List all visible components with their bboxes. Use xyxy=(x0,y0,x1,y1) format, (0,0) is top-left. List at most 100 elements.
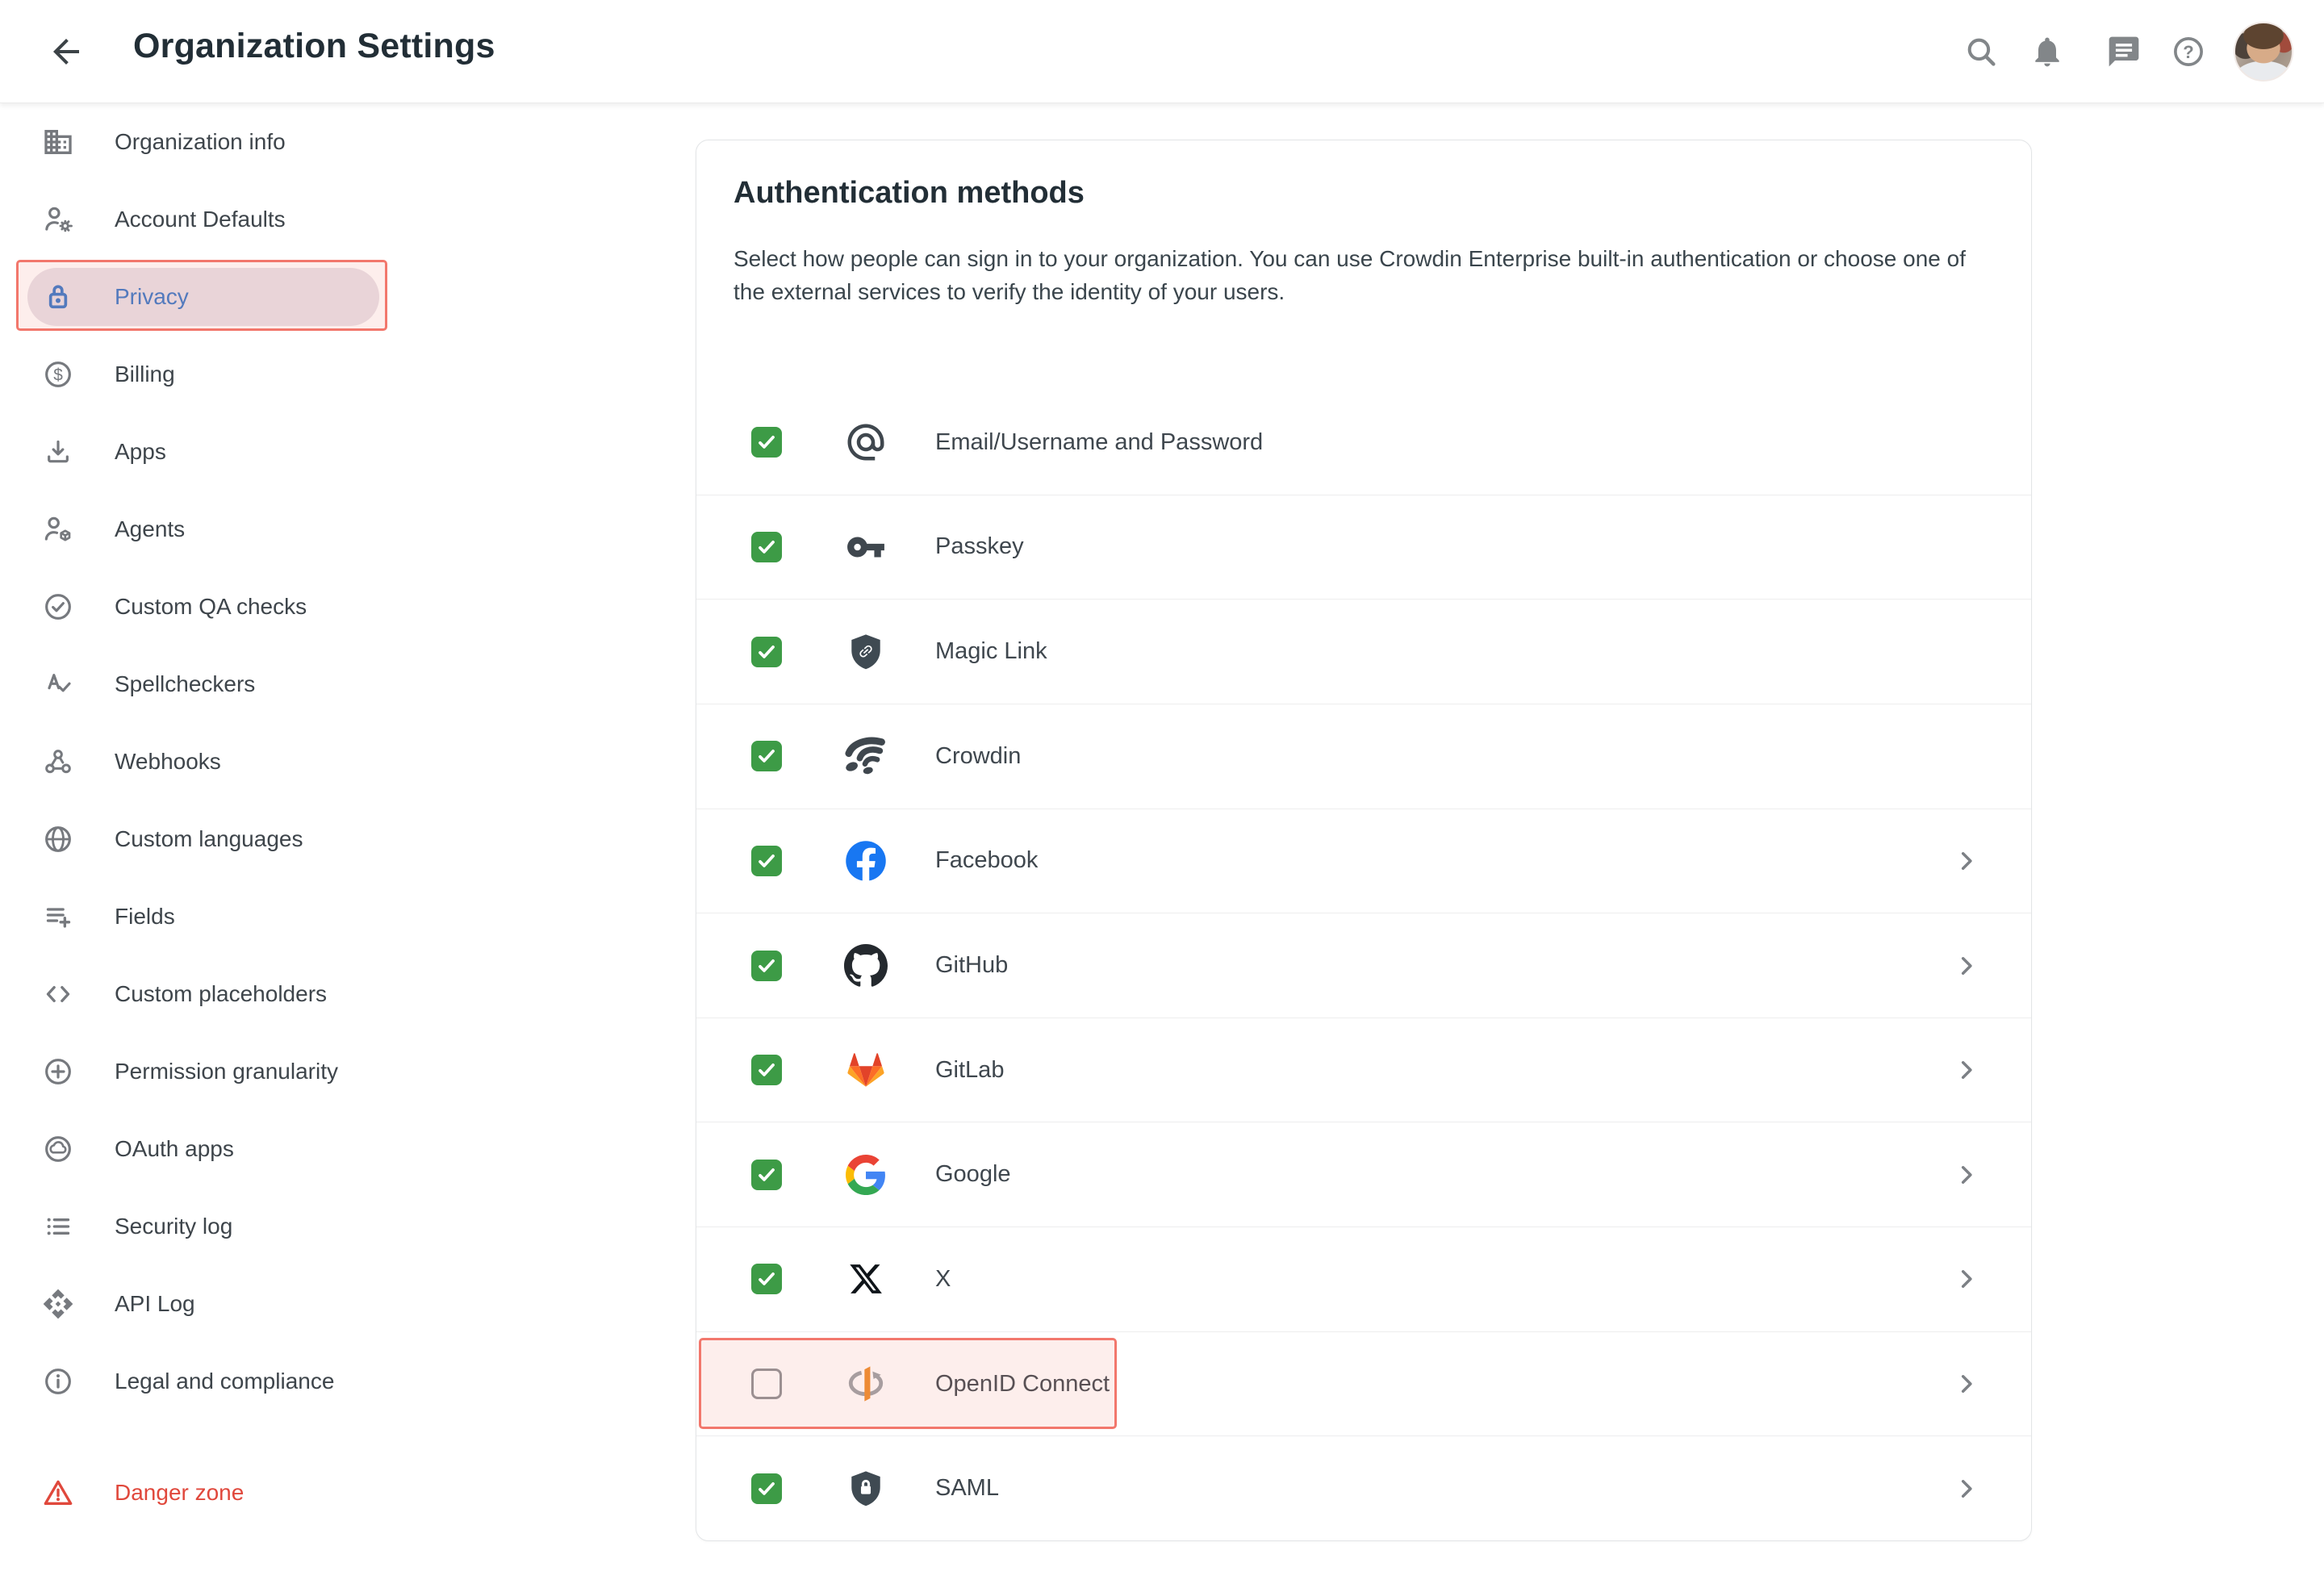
checkmark-icon xyxy=(754,744,779,768)
sidebar-item-custom-languages[interactable]: Custom languages xyxy=(0,800,662,878)
page-title: Organization Settings xyxy=(133,27,495,65)
checkmark-icon xyxy=(754,640,779,664)
list-icon xyxy=(42,1210,74,1243)
back-button[interactable] xyxy=(47,32,86,71)
checkbox-crowdin[interactable] xyxy=(751,741,782,772)
chat-icon xyxy=(2106,34,2142,69)
fields-icon xyxy=(42,901,74,933)
sidebar-item-custom-placeholders[interactable]: Custom placeholders xyxy=(0,955,662,1033)
lock-icon xyxy=(42,281,74,313)
person-cube-icon xyxy=(42,513,74,545)
sidebar: Organization info Account Defaults Priva… xyxy=(0,103,662,1532)
app-header: Organization Settings xyxy=(0,0,2324,103)
auth-method-row-github[interactable]: GitHub xyxy=(696,913,2031,1018)
crowdin-icon xyxy=(817,736,914,776)
notifications-button[interactable] xyxy=(2029,34,2065,69)
sidebar-list: Organization info Account Defaults Priva… xyxy=(0,103,662,1532)
chevron-right-icon[interactable] xyxy=(1954,1162,1979,1188)
openid-icon xyxy=(817,1362,914,1406)
auth-method-row-x[interactable]: X xyxy=(696,1227,2031,1331)
chevron-right-icon[interactable] xyxy=(1954,848,1979,874)
auth-method-row-crowdin[interactable]: Crowdin xyxy=(696,703,2031,809)
sidebar-item-webhooks[interactable]: Webhooks xyxy=(0,723,662,800)
sidebar-item-oauth-apps[interactable]: OAuth apps xyxy=(0,1110,662,1188)
help-button[interactable] xyxy=(2171,34,2206,69)
auth-method-row-openid-connect[interactable]: OpenID Connect xyxy=(696,1331,2031,1436)
oauth-cloud-icon xyxy=(42,1133,74,1165)
shield-lock-icon xyxy=(817,1466,914,1511)
checkbox-facebook[interactable] xyxy=(751,845,782,876)
checkbox-x[interactable] xyxy=(751,1264,782,1295)
person-gear-icon xyxy=(42,203,74,236)
checkmark-icon xyxy=(754,430,779,454)
globe-icon xyxy=(42,823,74,855)
avatar[interactable] xyxy=(2234,22,2293,81)
chevron-right-icon[interactable] xyxy=(1954,1266,1979,1292)
plus-circle-icon xyxy=(42,1055,74,1088)
arrow-left-icon xyxy=(47,32,86,71)
auth-methods-list: Email/Username and Password Passkey Magi… xyxy=(696,391,2031,1540)
checkmark-icon xyxy=(754,535,779,559)
chevron-right-icon[interactable] xyxy=(1954,1371,1979,1397)
shield-link-icon xyxy=(817,629,914,675)
sidebar-item-api-log[interactable]: API Log xyxy=(0,1265,662,1343)
search-button[interactable] xyxy=(1963,34,1999,69)
checkmark-icon xyxy=(754,849,779,873)
building-icon xyxy=(42,126,74,158)
auth-method-row-saml[interactable]: SAML xyxy=(696,1435,2031,1540)
dollar-icon xyxy=(42,358,74,391)
sidebar-item-billing[interactable]: Billing xyxy=(0,336,662,413)
sidebar-item-organization-info[interactable]: Organization info xyxy=(0,103,662,181)
sidebar-item-privacy[interactable]: Privacy xyxy=(0,258,662,336)
card-description: Select how people can sign in to your or… xyxy=(734,246,1966,304)
x-icon xyxy=(817,1261,914,1297)
authentication-methods-card: Authentication methods Select how people… xyxy=(696,140,2032,1541)
gitlab-icon xyxy=(817,1048,914,1092)
sidebar-item-apps[interactable]: Apps xyxy=(0,413,662,491)
checkbox-saml[interactable] xyxy=(751,1473,782,1504)
checkmark-icon xyxy=(754,1058,779,1082)
organization-settings-page: Organization Settings Organization info … xyxy=(0,0,2324,1588)
spellcheck-icon xyxy=(42,668,74,700)
checkmark-icon xyxy=(754,954,779,978)
auth-method-row-gitlab[interactable]: GitLab xyxy=(696,1017,2031,1122)
sidebar-item-danger-zone[interactable]: Danger zone xyxy=(0,1454,662,1532)
auth-method-row-passkey[interactable]: Passkey xyxy=(696,494,2031,600)
checkmark-icon xyxy=(754,1163,779,1187)
auth-method-row-magic-link[interactable]: Magic Link xyxy=(696,599,2031,704)
messages-button[interactable] xyxy=(2106,34,2142,69)
sidebar-item-security-log[interactable]: Security log xyxy=(0,1188,662,1265)
at-icon xyxy=(817,420,914,464)
google-icon xyxy=(817,1155,914,1195)
checkbox-gitlab[interactable] xyxy=(751,1055,782,1086)
sidebar-item-agents[interactable]: Agents xyxy=(0,491,662,568)
github-icon xyxy=(817,944,914,988)
sidebar-item-account-defaults[interactable]: Account Defaults xyxy=(0,181,662,258)
download-icon xyxy=(42,436,74,468)
chevron-right-icon[interactable] xyxy=(1954,1057,1979,1083)
sidebar-item-custom-qa-checks[interactable]: Custom QA checks xyxy=(0,568,662,646)
sidebar-item-spellcheckers[interactable]: Spellcheckers xyxy=(0,646,662,723)
checkbox-openid-connect[interactable] xyxy=(751,1369,782,1400)
sidebar-item-permission-granularity[interactable]: Permission granularity xyxy=(0,1033,662,1110)
checkbox-google[interactable] xyxy=(751,1159,782,1190)
checkbox-passkey[interactable] xyxy=(751,531,782,562)
checkmark-icon xyxy=(754,1267,779,1291)
checkbox-magic-link[interactable] xyxy=(751,636,782,667)
help-icon xyxy=(2171,34,2206,69)
auth-method-row-email-username-and-password[interactable]: Email/Username and Password xyxy=(696,391,2031,495)
api-icon xyxy=(42,1288,74,1320)
search-icon xyxy=(1963,34,1999,69)
auth-method-row-facebook[interactable]: Facebook xyxy=(696,808,2031,913)
checkbox-email-username-and-password[interactable] xyxy=(751,427,782,458)
auth-method-row-google[interactable]: Google xyxy=(696,1122,2031,1227)
checkmark-icon xyxy=(754,1477,779,1501)
chevron-right-icon[interactable] xyxy=(1954,1476,1979,1502)
sidebar-item-legal-and-compliance[interactable]: Legal and compliance xyxy=(0,1343,662,1420)
card-title: Authentication methods xyxy=(734,176,1085,210)
info-icon xyxy=(42,1365,74,1398)
checkbox-github[interactable] xyxy=(751,950,782,981)
sidebar-item-fields[interactable]: Fields xyxy=(0,878,662,955)
chevron-right-icon[interactable] xyxy=(1954,953,1979,979)
active-item-pill xyxy=(27,268,379,326)
